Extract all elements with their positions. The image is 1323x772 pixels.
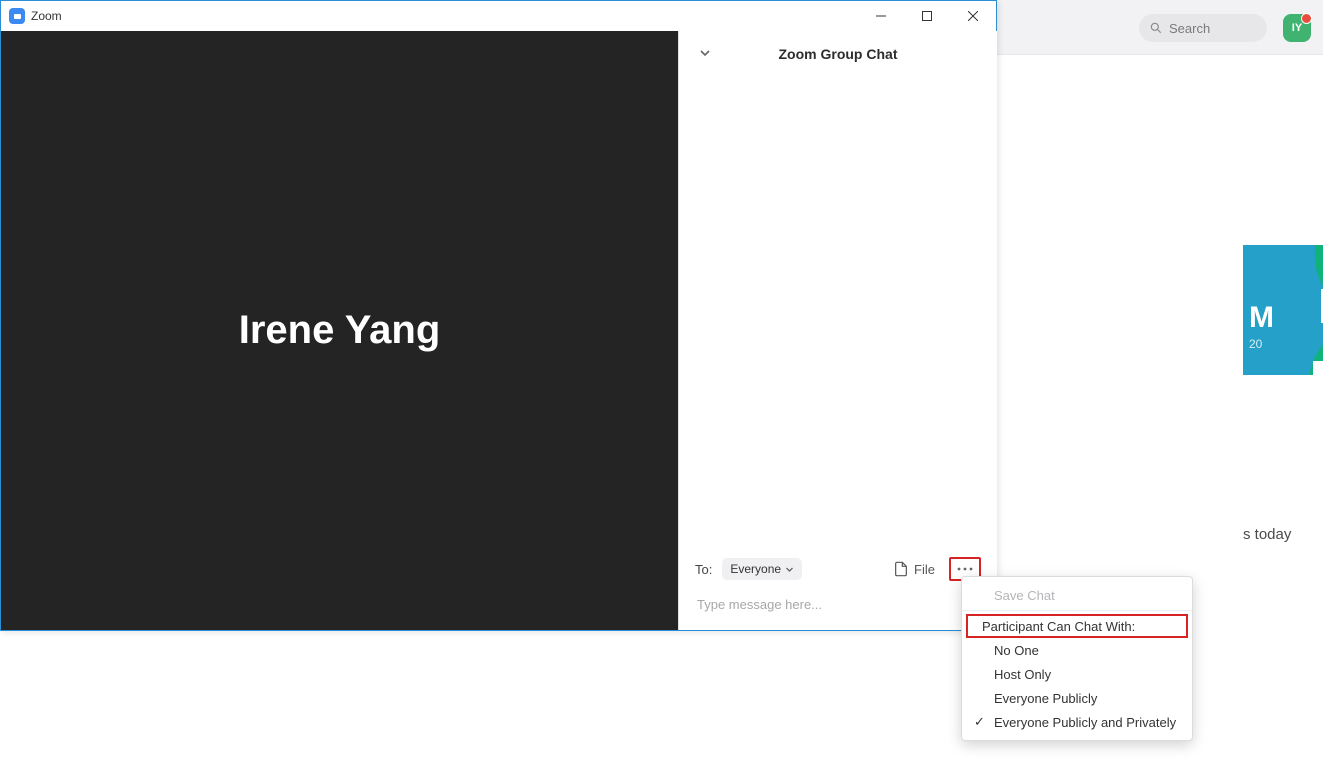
chat-file-label: File <box>914 562 935 577</box>
avatar-initials: IY <box>1292 22 1302 34</box>
window-controls <box>858 1 996 31</box>
chat-title: Zoom Group Chat <box>779 46 898 62</box>
plant-pot-graphic-2 <box>1313 361 1323 375</box>
menu-permissions-header: Participant Can Chat With: <box>966 614 1188 638</box>
menu-item-no-one[interactable]: No One <box>962 638 1192 662</box>
chat-file-button[interactable]: File <box>889 559 939 579</box>
participant-name: Irene Yang <box>239 308 441 353</box>
maximize-icon <box>922 11 932 21</box>
banner-big-text: M <box>1249 301 1274 335</box>
menu-save-chat[interactable]: Save Chat <box>962 583 1192 607</box>
banner-small-text: 20 <box>1249 337 1262 351</box>
background-today-text: s today <box>1243 526 1291 543</box>
chevron-down-icon <box>785 565 794 574</box>
meeting-video-area: Irene Yang <box>1 31 678 630</box>
chat-to-label: To: <box>695 562 712 577</box>
chat-message-input[interactable] <box>695 596 981 613</box>
menu-item-everyone-publicly[interactable]: Everyone Publicly <box>962 686 1192 710</box>
chat-to-value: Everyone <box>730 562 781 576</box>
zoom-app-icon <box>9 8 25 24</box>
menu-item-everyone-publicly-privately[interactable]: Everyone Publicly and Privately <box>962 710 1192 734</box>
user-avatar[interactable]: IY <box>1283 14 1311 42</box>
close-button[interactable] <box>950 1 996 31</box>
close-icon <box>968 11 978 21</box>
maximize-button[interactable] <box>904 1 950 31</box>
chat-input-row <box>679 586 997 630</box>
zoom-meeting-window: Zoom Irene Yang Zoom Group Chat To: <box>0 0 997 631</box>
search-icon <box>1149 21 1163 35</box>
chat-controls-row: To: Everyone File <box>679 552 997 586</box>
chat-more-menu: Save Chat Participant Can Chat With: No … <box>961 576 1193 741</box>
chat-messages-area <box>679 77 997 538</box>
chat-panel: Zoom Group Chat To: Everyone File <box>678 31 997 630</box>
minimize-button[interactable] <box>858 1 904 31</box>
file-icon <box>893 561 909 577</box>
chat-to-select[interactable]: Everyone <box>722 558 802 580</box>
window-titlebar[interactable]: Zoom <box>1 1 996 31</box>
search-box[interactable]: Search <box>1139 14 1267 42</box>
menu-item-host-only[interactable]: Host Only <box>962 662 1192 686</box>
chat-collapse-icon[interactable] <box>699 47 711 59</box>
background-banner: M 20 <box>1243 245 1323 375</box>
more-icon <box>957 567 973 571</box>
window-title: Zoom <box>31 9 62 23</box>
menu-divider <box>962 610 1192 611</box>
minimize-icon <box>876 11 886 21</box>
search-placeholder: Search <box>1169 21 1210 36</box>
chat-header: Zoom Group Chat <box>679 31 997 77</box>
